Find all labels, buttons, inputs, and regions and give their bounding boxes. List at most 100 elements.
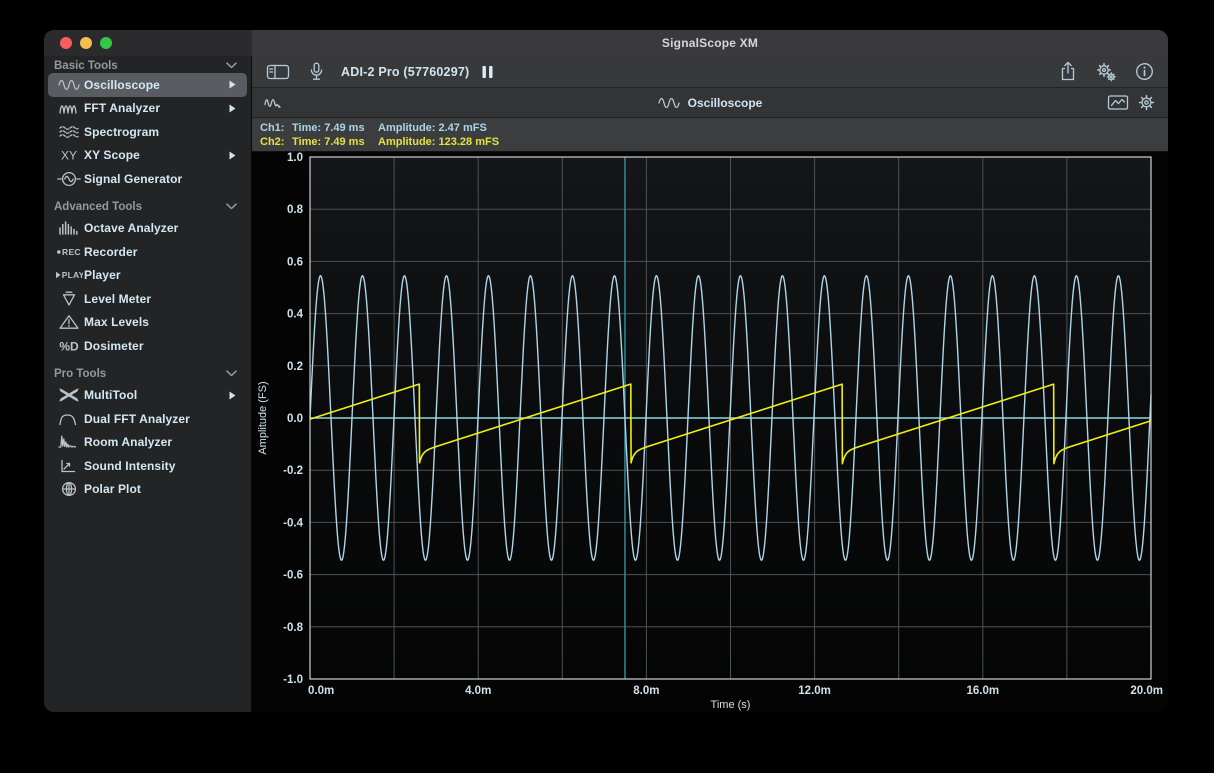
sidebar-item-room-analyzer[interactable]: Room Analyzer xyxy=(48,431,247,455)
channel-2-label: Ch2: xyxy=(260,135,292,149)
sidebar-item-octave-analyzer[interactable]: Octave Analyzer xyxy=(48,217,247,241)
signal-generator-icon xyxy=(54,171,84,187)
y-axis-tick-label: 0.2 xyxy=(287,361,303,373)
y-axis-tick-label: 0.8 xyxy=(287,204,304,216)
channel-1-time: Time: 7.49 ms xyxy=(292,121,378,135)
room-analyzer-icon xyxy=(54,434,84,450)
chart-settings-icon[interactable] xyxy=(1107,94,1129,111)
sidebar-item-oscilloscope[interactable]: Oscilloscope xyxy=(48,73,247,97)
channel-readout-bar: Ch1: Time: 7.49 ms Amplitude: 2.47 mFS C… xyxy=(252,118,1168,152)
tool-title: Oscilloscope xyxy=(688,96,763,110)
sidebar: Basic Tools Oscilloscope FFT Analyzer Sp… xyxy=(44,56,252,712)
x-axis-tick-label: 16.0m xyxy=(966,685,999,697)
channel-1-amplitude: Amplitude: 2.47 mFS xyxy=(378,121,487,135)
sine-wave-icon xyxy=(54,77,84,93)
sidebar-item-dosimeter[interactable]: %D Dosimeter xyxy=(48,334,247,358)
sidebar-item-recorder[interactable]: REC Recorder xyxy=(48,240,247,264)
sidebar-item-multitool[interactable]: MultiTool xyxy=(48,384,247,408)
oscilloscope-chart-area: 1.00.80.60.40.20.0-0.2-0.4-0.6-0.8-1.00.… xyxy=(252,152,1168,712)
screen: SignalScope XM Basic Tools Oscilloscope … xyxy=(0,0,1214,773)
sidebar-section-pro-tools: Pro Tools MultiTool Dual FFT Analyzer Ro… xyxy=(44,364,251,502)
share-icon[interactable] xyxy=(1059,61,1077,82)
sidebar-item-fft-analyzer[interactable]: FFT Analyzer xyxy=(48,97,247,121)
dual-fft-icon xyxy=(54,411,84,427)
sidebar-item-label: Max Levels xyxy=(84,315,229,329)
y-axis-tick-label: -0.4 xyxy=(283,517,303,529)
sidebar-item-label: Signal Generator xyxy=(84,172,229,186)
svg-text:PLAY: PLAY xyxy=(62,270,83,280)
multitool-icon xyxy=(54,387,84,403)
sidebar-item-label: FFT Analyzer xyxy=(84,101,229,115)
y-axis-title: Amplitude (FS) xyxy=(257,381,269,454)
sidebar-item-dual-fft-analyzer[interactable]: Dual FFT Analyzer xyxy=(48,407,247,431)
sidebar-item-max-levels[interactable]: Max Levels xyxy=(48,311,247,335)
spectrogram-icon xyxy=(54,124,84,140)
oscilloscope-plot[interactable]: 1.00.80.60.40.20.0-0.2-0.4-0.6-0.8-1.00.… xyxy=(252,152,1168,712)
section-header-advanced-tools[interactable]: Advanced Tools xyxy=(44,197,251,217)
octave-bars-icon xyxy=(54,220,84,236)
run-arrow-icon[interactable] xyxy=(229,151,247,160)
sound-intensity-icon xyxy=(54,458,84,474)
section-header-pro-tools[interactable]: Pro Tools xyxy=(44,364,251,384)
microphone-icon[interactable] xyxy=(308,62,325,81)
x-axis-tick-label: 20.0m xyxy=(1130,685,1163,697)
settings-gears-icon[interactable] xyxy=(1095,62,1117,82)
sidebar-item-label: Player xyxy=(84,268,229,282)
sidebar-item-spectrogram[interactable]: Spectrogram xyxy=(48,120,247,144)
sidebar-item-label: Spectrogram xyxy=(84,125,229,139)
sidebar-item-signal-generator[interactable]: Signal Generator xyxy=(48,167,247,191)
app-window: SignalScope XM Basic Tools Oscilloscope … xyxy=(44,30,1168,712)
y-axis-tick-label: -1.0 xyxy=(283,674,303,686)
sidebar-item-player[interactable]: PLAY Player xyxy=(48,264,247,288)
sidebar-item-polar-plot[interactable]: Polar Plot xyxy=(48,478,247,502)
chevron-down-icon[interactable] xyxy=(226,62,237,69)
section-header-label: Advanced Tools xyxy=(54,201,226,213)
rec-icon: REC xyxy=(54,244,84,260)
title-bar: SignalScope XM xyxy=(44,30,1168,56)
window-title: SignalScope XM xyxy=(662,36,758,50)
pause-button[interactable] xyxy=(481,65,494,79)
section-header-label: Pro Tools xyxy=(54,368,226,380)
sidebar-item-label: XY Scope xyxy=(84,148,229,162)
y-axis-tick-label: -0.8 xyxy=(283,622,303,634)
sidebar-item-xy-scope[interactable]: XY XY Scope xyxy=(48,144,247,168)
sidebar-item-level-meter[interactable]: Level Meter xyxy=(48,287,247,311)
sidebar-item-sound-intensity[interactable]: Sound Intensity xyxy=(48,454,247,478)
title-bar-sidebar-section xyxy=(44,30,252,56)
channel-2-readout: Ch2: Time: 7.49 ms Amplitude: 123.28 mFS xyxy=(260,135,1168,149)
chevron-down-icon[interactable] xyxy=(226,203,237,210)
sidebar-item-label: Recorder xyxy=(84,245,229,259)
sidebar-item-label: Sound Intensity xyxy=(84,459,229,473)
close-button[interactable] xyxy=(60,37,72,49)
run-arrow-icon[interactable] xyxy=(229,391,247,400)
toolbar: ADI-2 Pro (57760297) xyxy=(252,56,1168,88)
minimize-button[interactable] xyxy=(80,37,92,49)
sidebar-item-label: Dosimeter xyxy=(84,339,229,353)
device-selector[interactable]: ADI-2 Pro (57760297) xyxy=(341,65,469,79)
xy-icon: XY xyxy=(54,147,84,163)
sidebar-item-label: Dual FFT Analyzer xyxy=(84,412,229,426)
run-arrow-icon[interactable] xyxy=(229,104,247,113)
sine-wave-icon xyxy=(658,95,680,111)
info-icon[interactable] xyxy=(1135,62,1154,81)
channel-2-time: Time: 7.49 ms xyxy=(292,135,378,149)
fft-peaks-icon xyxy=(54,100,84,116)
svg-text:%D: %D xyxy=(59,339,79,353)
section-header-label: Basic Tools xyxy=(54,60,226,72)
channel-1-readout: Ch1: Time: 7.49 ms Amplitude: 2.47 mFS xyxy=(260,121,1168,135)
warning-triangle-icon xyxy=(54,314,84,330)
y-axis-tick-label: -0.6 xyxy=(283,570,303,582)
x-axis-title: Time (s) xyxy=(711,699,751,711)
sidebar-item-label: Octave Analyzer xyxy=(84,221,229,235)
section-header-basic-tools[interactable]: Basic Tools xyxy=(44,58,251,73)
x-axis-tick-label: 4.0m xyxy=(465,685,491,697)
channel-2-amplitude: Amplitude: 123.28 mFS xyxy=(378,135,499,149)
play-icon: PLAY xyxy=(54,267,84,283)
gear-icon[interactable] xyxy=(1137,93,1156,112)
y-axis-tick-label: 0.4 xyxy=(287,309,304,321)
subtoolbar-right-group xyxy=(1107,88,1156,117)
run-arrow-icon[interactable] xyxy=(229,80,247,89)
sidebar-toggle-icon[interactable] xyxy=(266,63,290,81)
zoom-button[interactable] xyxy=(100,37,112,49)
chevron-down-icon[interactable] xyxy=(226,370,237,377)
